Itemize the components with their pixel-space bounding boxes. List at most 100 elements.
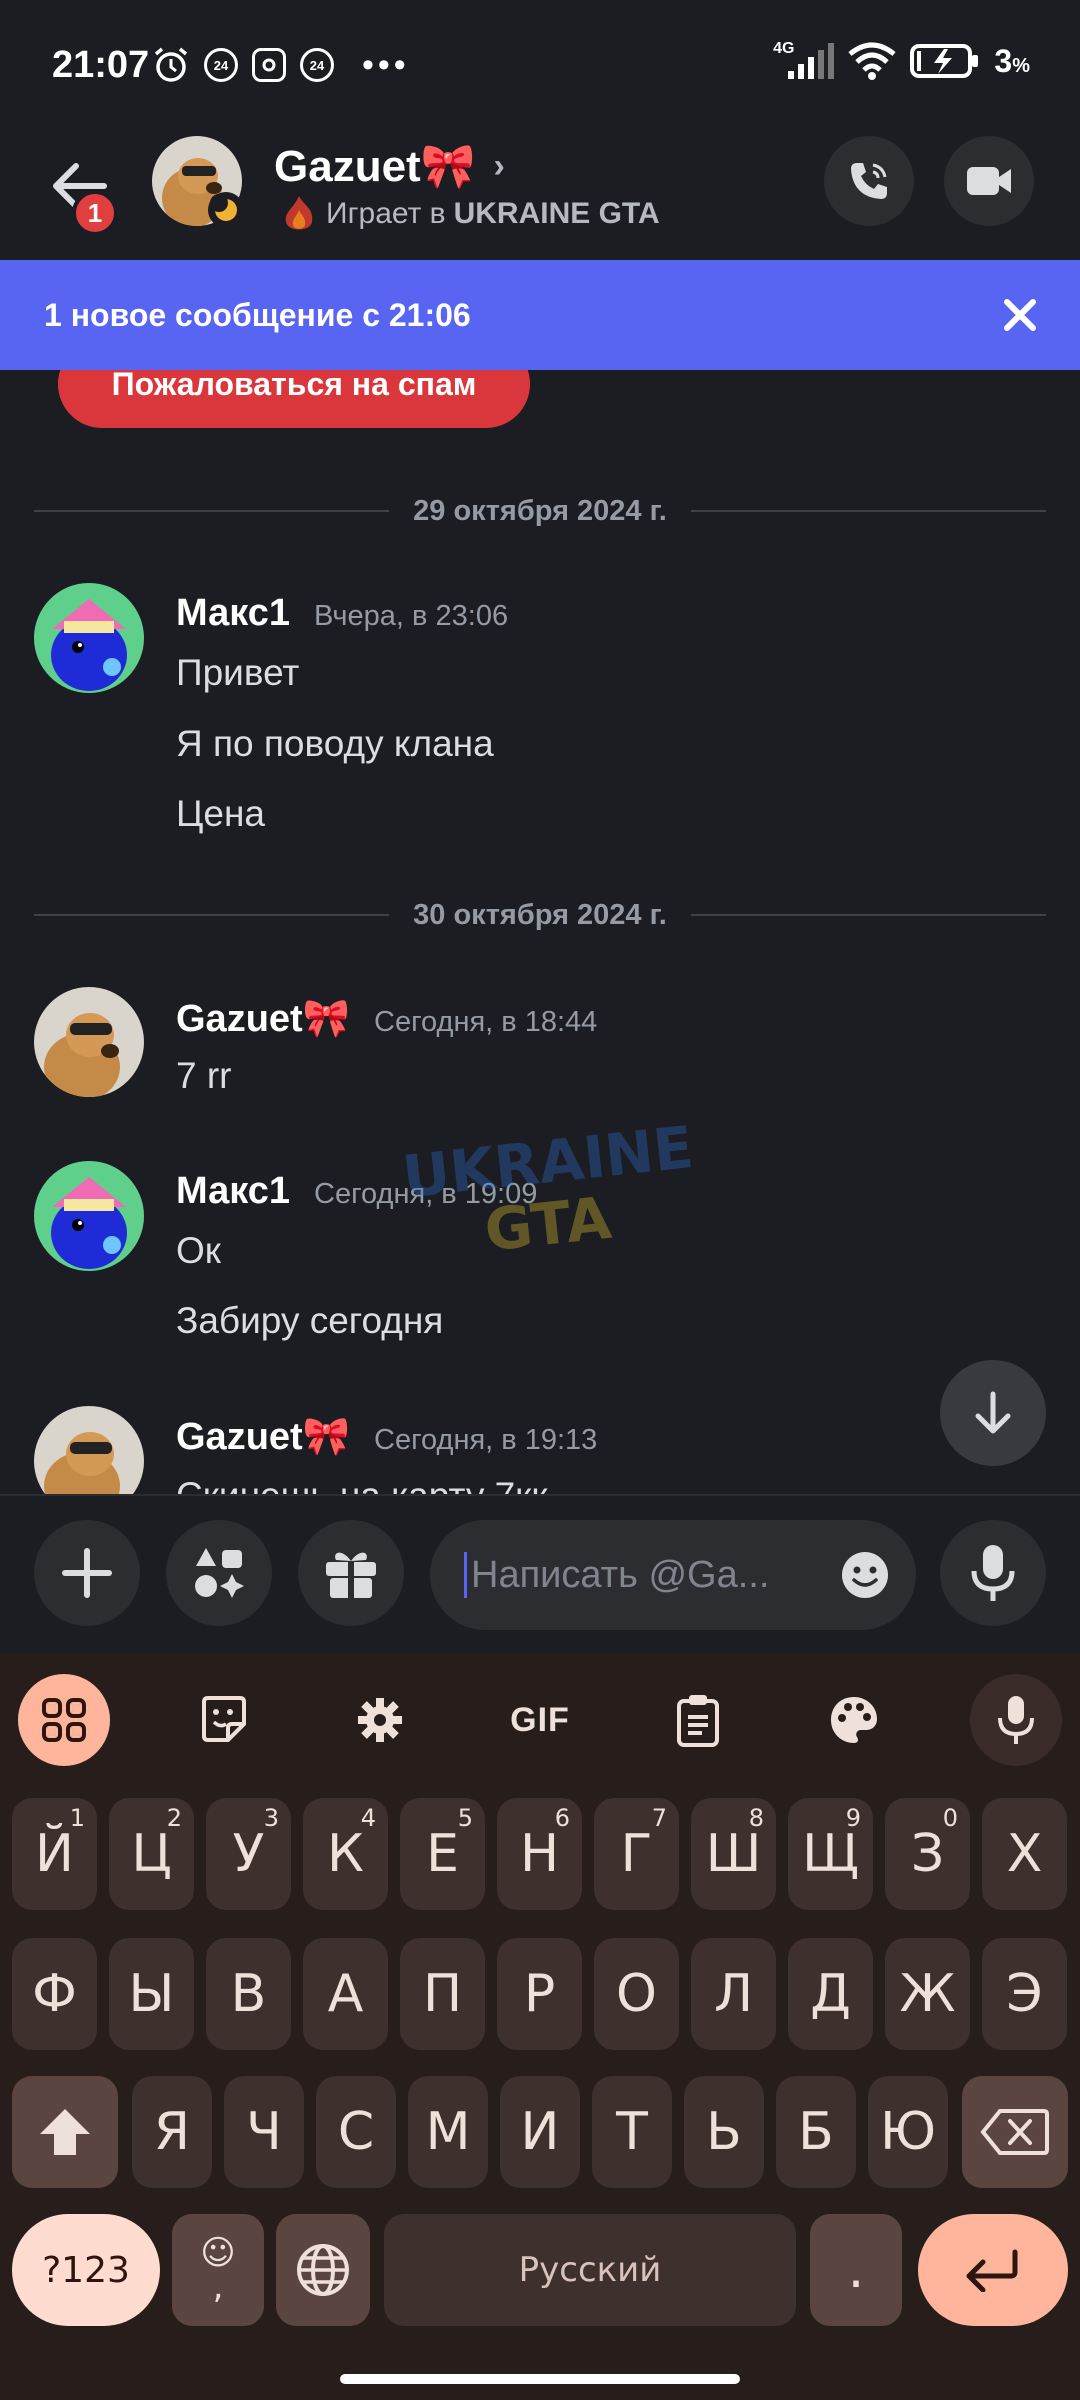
key-р[interactable]: Р <box>497 1938 582 2050</box>
symbols-key[interactable]: ?123 <box>12 2214 160 2326</box>
key-т[interactable]: Т <box>592 2076 672 2188</box>
date-divider: 29 октября 2024 г. <box>34 491 1047 531</box>
key-г[interactable]: Г7 <box>594 1798 679 1910</box>
settings-button[interactable] <box>334 1674 426 1766</box>
status-time: 21:07 <box>52 44 150 86</box>
date-divider: 30 октября 2024 г. <box>34 895 1047 935</box>
microphone-icon <box>971 1545 1015 1601</box>
network-type: 4G <box>773 40 795 57</box>
key-щ[interactable]: Щ9 <box>788 1798 873 1910</box>
key-х[interactable]: Х <box>982 1798 1067 1910</box>
key-а[interactable]: А <box>303 1938 388 2050</box>
key-и[interactable]: И <box>500 2076 580 2188</box>
message-text[interactable]: 7 rr <box>176 1055 232 1097</box>
home-indicator[interactable] <box>340 2374 740 2384</box>
message-author[interactable]: Макс1 Вчера, в 23:06 <box>176 592 508 635</box>
new-messages-banner[interactable]: 1 новое сообщение с 21:06 <box>0 260 1080 370</box>
idle-status-indicator <box>208 192 244 228</box>
key-к[interactable]: К4 <box>303 1798 388 1910</box>
backspace-key[interactable] <box>962 2076 1068 2188</box>
chevron-right-icon: › <box>493 146 505 185</box>
apps-grid-button[interactable] <box>18 1674 110 1766</box>
voice-call-button[interactable] <box>824 136 914 226</box>
key-с[interactable]: С <box>316 2076 396 2188</box>
key-з[interactable]: З0 <box>885 1798 970 1910</box>
enter-key[interactable] <box>918 2214 1068 2326</box>
period-key[interactable]: . <box>810 2214 902 2326</box>
avatar[interactable] <box>34 987 144 1097</box>
shift-icon <box>40 2109 90 2155</box>
scroll-to-bottom-button[interactable] <box>940 1360 1046 1466</box>
more-notifications-icon: ••• <box>362 46 410 84</box>
key-ы[interactable]: Ы <box>109 1938 194 2050</box>
key-п[interactable]: П <box>400 1938 485 2050</box>
bird-avatar-image <box>34 583 144 693</box>
key-б[interactable]: Б <box>776 2076 856 2188</box>
avatar[interactable] <box>34 1406 144 1495</box>
key-ж[interactable]: Ж <box>885 1938 970 2050</box>
activities-icon <box>195 1548 244 1598</box>
shift-key[interactable] <box>12 2076 118 2188</box>
gif-button[interactable]: GIF <box>494 1674 586 1766</box>
key-е[interactable]: Е5 <box>400 1798 485 1910</box>
message-list[interactable]: Пожаловаться на спам 29 октября 2024 г. … <box>0 370 1080 1495</box>
message-text[interactable]: Ок <box>176 1230 221 1272</box>
key-ь[interactable]: Ь <box>684 2076 764 2188</box>
key-ч[interactable]: Ч <box>224 2076 304 2188</box>
clipboard-button[interactable] <box>652 1674 744 1766</box>
key-ц[interactable]: Ц2 <box>109 1798 194 1910</box>
key-ф[interactable]: Ф <box>12 1938 97 2050</box>
key-э[interactable]: Э <box>982 1938 1067 2050</box>
close-button[interactable] <box>990 285 1050 345</box>
voice-input-button[interactable] <box>970 1674 1062 1766</box>
key-о[interactable]: О <box>594 1938 679 2050</box>
video-call-button[interactable] <box>944 136 1034 226</box>
message-text[interactable]: Привет <box>176 652 299 694</box>
apps-button[interactable] <box>166 1520 272 1626</box>
signal-icon <box>788 43 835 79</box>
language-key[interactable] <box>276 2214 370 2326</box>
video-camera-icon <box>967 167 1011 195</box>
gift-button[interactable] <box>298 1520 404 1626</box>
gif-label: GIF <box>510 1700 570 1739</box>
key-л[interactable]: Л <box>691 1938 776 2050</box>
message-author[interactable]: Gazuet🎀 Сегодня, в 18:44 <box>176 997 597 1041</box>
apps-grid-icon <box>42 1698 86 1742</box>
avatar[interactable] <box>34 1161 144 1271</box>
dm-header: 1 Gazuet🎀 › Играет в UKRAINE GTA <box>0 130 1080 260</box>
activity-status: Играет в UKRAINE GTA <box>280 194 660 234</box>
voice-message-button[interactable] <box>940 1520 1046 1626</box>
key-й[interactable]: Й1 <box>12 1798 97 1910</box>
microphone-icon <box>998 1696 1034 1744</box>
message-text[interactable]: Забиру сегодня <box>176 1300 443 1342</box>
key-д[interactable]: Д <box>788 1938 873 2050</box>
emoji-key[interactable]: ☺ , <box>172 2214 264 2326</box>
svg-text:GTA: GTA <box>481 1184 614 1260</box>
space-key[interactable]: Русский <box>384 2214 796 2326</box>
message-author[interactable]: Gazuet🎀 Сегодня, в 19:13 <box>176 1415 597 1459</box>
contact-name[interactable]: Gazuet🎀 › <box>274 140 505 192</box>
arrow-down-icon <box>975 1391 1011 1434</box>
attach-button[interactable] <box>34 1520 140 1626</box>
alarm-icon <box>154 47 188 82</box>
key-в[interactable]: В <box>206 1938 291 2050</box>
key-н[interactable]: Н6 <box>497 1798 582 1910</box>
emoji-icon[interactable] <box>840 1550 890 1600</box>
message-input[interactable]: Написать @Ga... <box>430 1520 916 1630</box>
message-text[interactable]: Цена <box>176 793 265 835</box>
avatar[interactable] <box>34 583 144 693</box>
message-text[interactable]: Я по поводу клана <box>176 723 494 765</box>
key-у[interactable]: У3 <box>206 1798 291 1910</box>
plus-icon <box>62 1548 112 1598</box>
key-ю[interactable]: Ю <box>868 2076 948 2188</box>
key-ш[interactable]: Ш8 <box>691 1798 776 1910</box>
backspace-icon <box>980 2109 1049 2155</box>
unread-badge: 1 <box>72 190 118 236</box>
key-я[interactable]: Я <box>132 2076 212 2188</box>
sticker-button[interactable] <box>178 1674 270 1766</box>
message-text[interactable]: Скинешь на карту 7кк <box>176 1475 548 1495</box>
close-icon <box>1004 299 1036 331</box>
key-м[interactable]: М <box>408 2076 488 2188</box>
theme-button[interactable] <box>808 1674 900 1766</box>
report-spam-button[interactable]: Пожаловаться на спам <box>58 370 530 428</box>
